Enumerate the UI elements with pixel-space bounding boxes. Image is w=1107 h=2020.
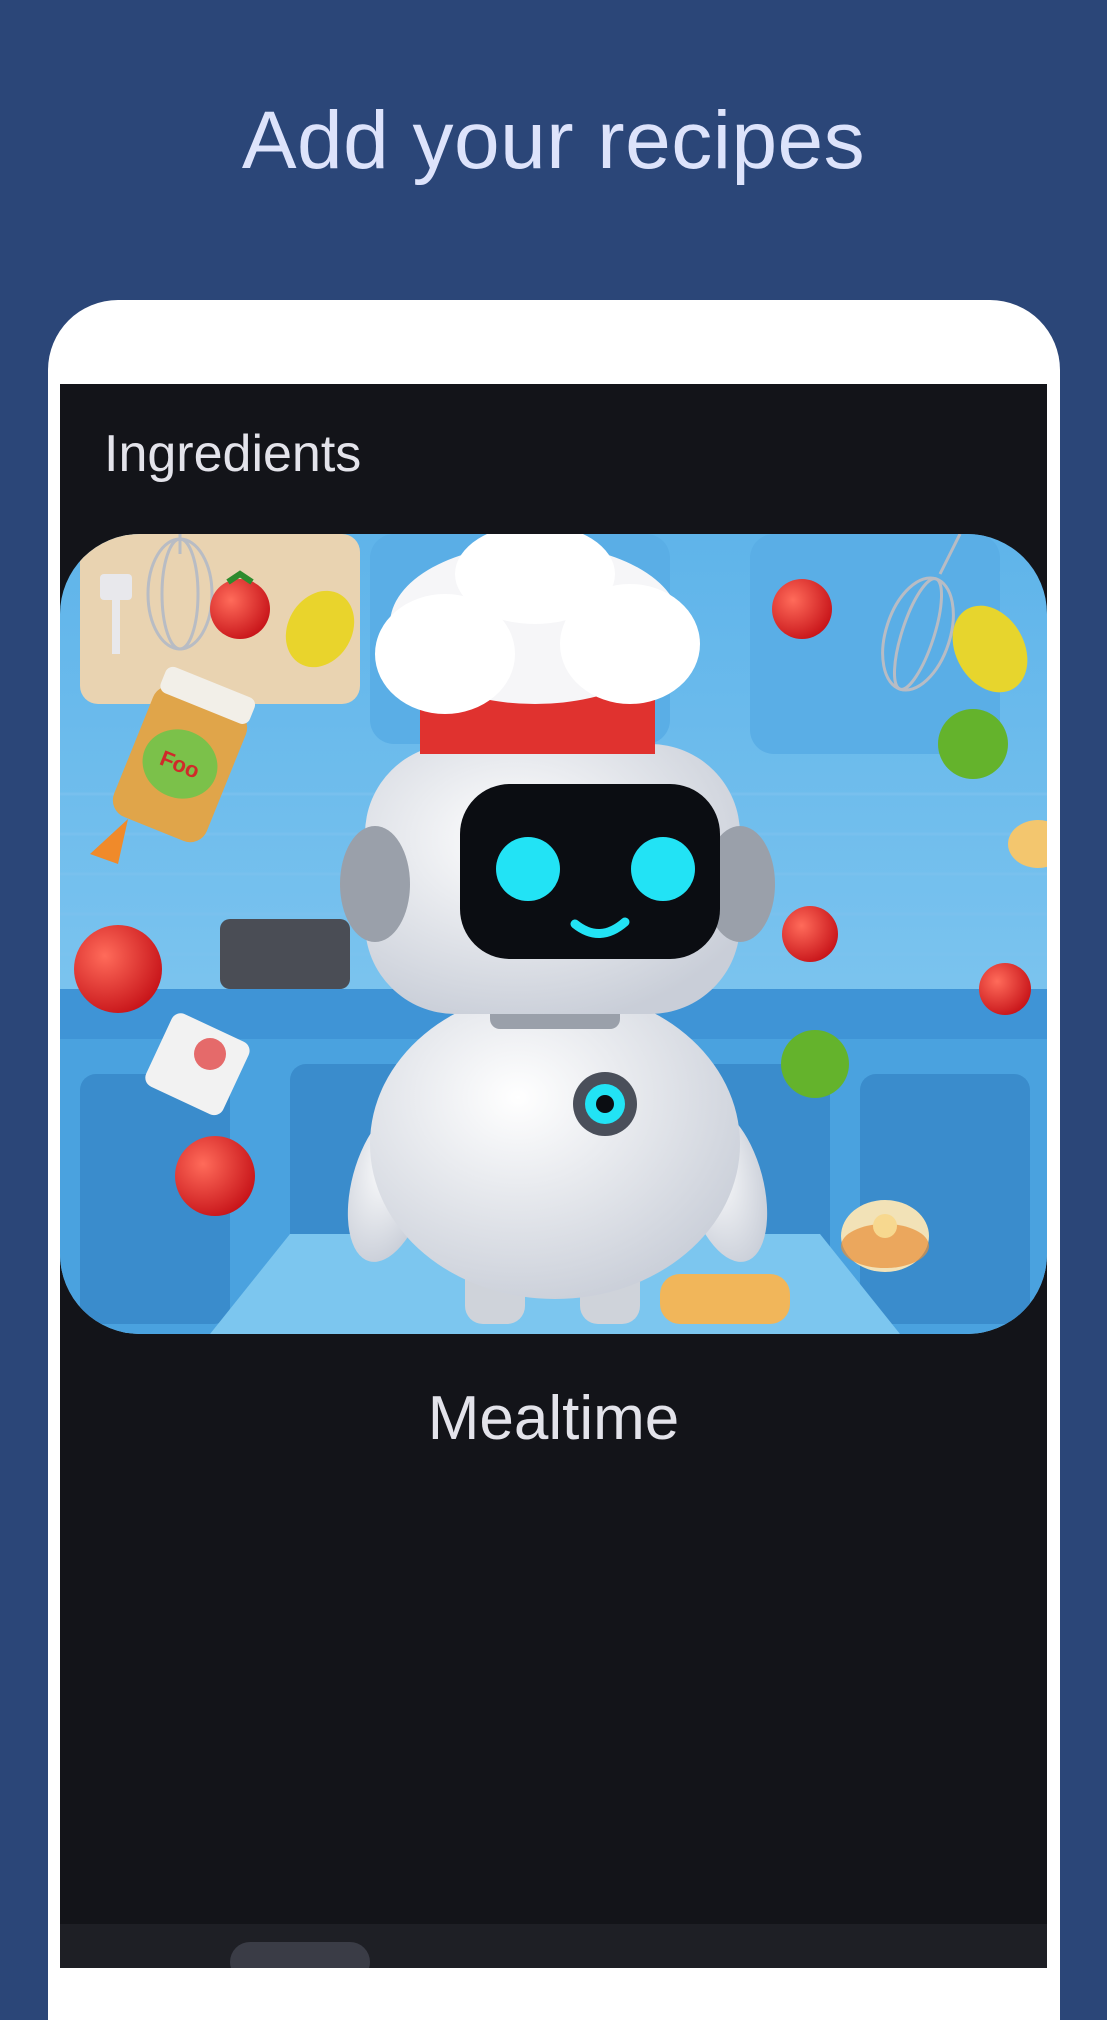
bottom-navigation-bar — [60, 1924, 1047, 1968]
chef-robot-illustration: Foo — [60, 534, 1047, 1334]
app-screen: Ingredients Foo Mealtime — [60, 384, 1047, 1968]
recipe-caption: Mealtime — [427, 1384, 680, 1453]
bottom-nav-active-indicator[interactable] — [230, 1942, 370, 1968]
onboarding-headline: Add your recipes — [241, 95, 866, 186]
hero-image: Foo — [60, 534, 1047, 1334]
screen-title: Ingredients — [104, 425, 362, 483]
